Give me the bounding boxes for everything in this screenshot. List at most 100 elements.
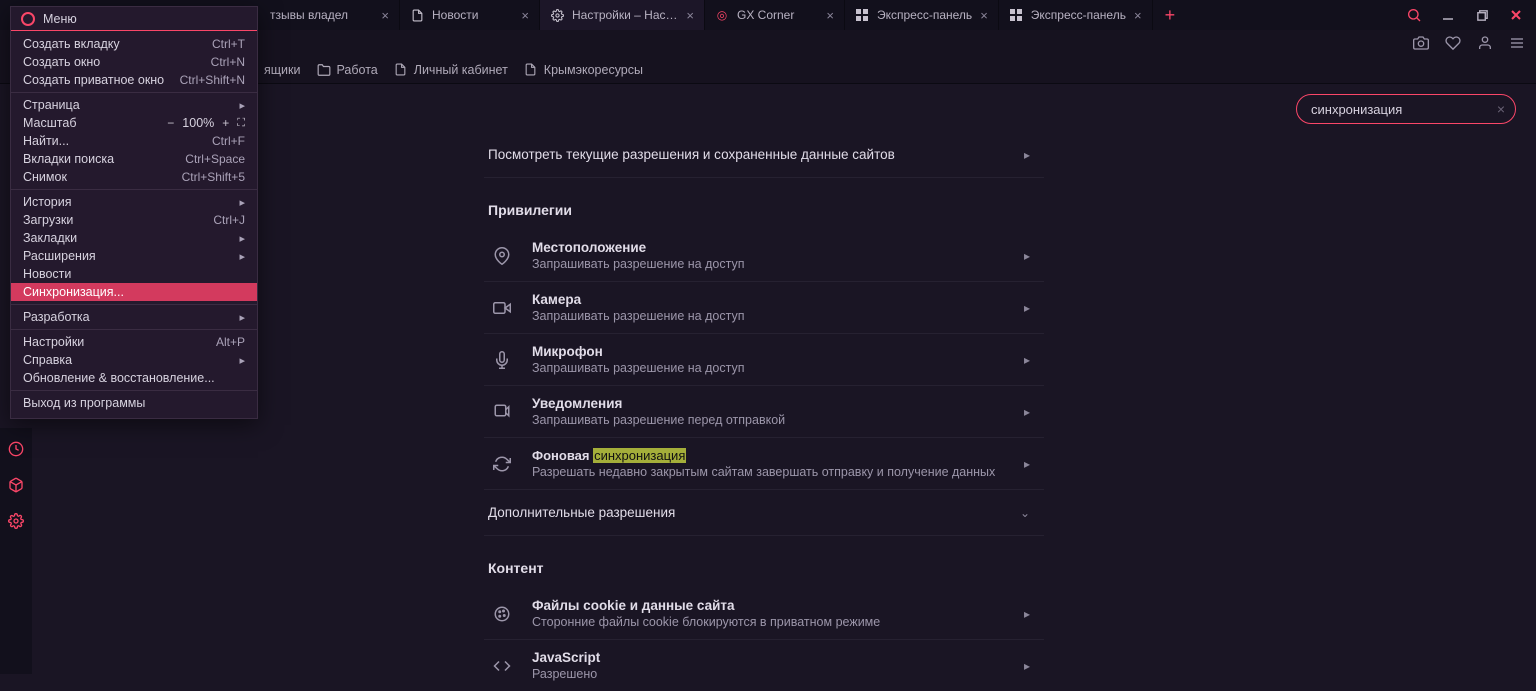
- menu-title: Меню: [43, 12, 77, 26]
- new-tab-button[interactable]: +: [1153, 6, 1188, 24]
- menu-separator: [11, 189, 257, 190]
- opera-menu: Меню Создать вкладкуCtrl+T Создать окноC…: [10, 6, 258, 419]
- menu-separator: [11, 390, 257, 391]
- menu-news[interactable]: Новости: [11, 265, 257, 283]
- submenu-icon: ▸: [239, 311, 245, 324]
- tab-4[interactable]: Экспресс-панель ×: [845, 0, 999, 30]
- search-input[interactable]: [1311, 102, 1497, 117]
- row-title: Уведомления: [532, 396, 1008, 411]
- menu-zoom: Масштаб − 100% + ⛶: [11, 114, 257, 132]
- page-icon: [524, 63, 538, 77]
- page-icon: [394, 63, 408, 77]
- row-title: JavaScript: [532, 650, 1008, 665]
- page-icon: [410, 8, 424, 22]
- bookmark-item[interactable]: ящики: [264, 63, 301, 77]
- menu-new-private[interactable]: Создать приватное окноCtrl+Shift+N: [11, 71, 257, 89]
- submenu-icon: ▸: [239, 196, 245, 209]
- cookie-icon: [488, 605, 516, 623]
- sidebar: [0, 428, 32, 674]
- chevron-right-icon: ▸: [1024, 148, 1030, 162]
- maximize-icon[interactable]: [1472, 5, 1492, 25]
- menu-extensions[interactable]: Расширения▸: [11, 247, 257, 265]
- row-javascript[interactable]: JavaScript Разрешено ▸: [484, 640, 1044, 691]
- code-icon: [488, 657, 516, 675]
- close-icon[interactable]: ×: [1134, 8, 1142, 23]
- menu-separator: [11, 92, 257, 93]
- menu-settings[interactable]: НастройкиAlt+P: [11, 333, 257, 351]
- bookmark-item[interactable]: Крымэкоресурсы: [524, 63, 643, 77]
- bookmark-item[interactable]: Личный кабинет: [394, 63, 508, 77]
- chevron-right-icon: ▸: [1024, 607, 1030, 621]
- snapshot-icon[interactable]: [1412, 34, 1430, 52]
- menu-sync[interactable]: Синхронизация...: [11, 283, 257, 301]
- history-icon[interactable]: [7, 440, 25, 458]
- row-title: Посмотреть текущие разрешения и сохранен…: [488, 147, 1008, 162]
- close-icon[interactable]: ×: [826, 8, 834, 23]
- row-subtitle: Запрашивать разрешение перед отправкой: [532, 413, 1008, 427]
- close-icon[interactable]: ×: [521, 8, 529, 23]
- tab-5[interactable]: Экспресс-панель ×: [999, 0, 1153, 30]
- search-icon[interactable]: [1404, 5, 1424, 25]
- menu-help[interactable]: Справка▸: [11, 351, 257, 369]
- tab-3[interactable]: ◎ GX Corner ×: [705, 0, 845, 30]
- profile-icon[interactable]: [1476, 34, 1494, 52]
- clear-search-icon[interactable]: ×: [1497, 101, 1505, 117]
- close-icon[interactable]: ×: [980, 8, 988, 23]
- row-additional-permissions[interactable]: Дополнительные разрешения ⌄: [484, 490, 1044, 536]
- menu-exit[interactable]: Выход из программы: [11, 394, 257, 412]
- tab-1[interactable]: Новости ×: [400, 0, 540, 30]
- speeddial-icon: [855, 8, 869, 22]
- tab-2[interactable]: Настройки – Настройки с ×: [540, 0, 705, 30]
- row-background-sync[interactable]: Фоновая синхронизация Разрешать недавно …: [484, 438, 1044, 490]
- row-notifications[interactable]: Уведомления Запрашивать разрешение перед…: [484, 386, 1044, 438]
- bookmark-label: Работа: [337, 63, 378, 77]
- menu-separator: [11, 304, 257, 305]
- menu-header: Меню: [11, 7, 257, 31]
- tab-0[interactable]: тзывы владел ×: [260, 0, 400, 30]
- row-subtitle: Сторонние файлы cookie блокируются в при…: [532, 615, 1008, 629]
- menu-bookmarks[interactable]: Закладки▸: [11, 229, 257, 247]
- folder-icon: [317, 63, 331, 77]
- easy-setup-icon[interactable]: [1508, 34, 1526, 52]
- gear-icon: [550, 8, 564, 22]
- minimize-icon[interactable]: [1438, 5, 1458, 25]
- tab-title: Настройки – Настройки с: [572, 8, 678, 22]
- menu-developer[interactable]: Разработка▸: [11, 308, 257, 326]
- row-title: Камера: [532, 292, 1008, 307]
- cube-icon[interactable]: [7, 476, 25, 494]
- row-cookies[interactable]: Файлы cookie и данные сайта Сторонние фа…: [484, 588, 1044, 640]
- notifications-icon: [488, 403, 516, 421]
- fullscreen-icon[interactable]: ⛶: [237, 117, 245, 130]
- menu-search-tabs[interactable]: Вкладки поискаCtrl+Space: [11, 150, 257, 168]
- heart-icon[interactable]: [1444, 34, 1462, 52]
- menu-new-window[interactable]: Создать окноCtrl+N: [11, 53, 257, 71]
- settings-search[interactable]: ×: [1296, 94, 1516, 124]
- row-view-permissions[interactable]: Посмотреть текущие разрешения и сохранен…: [484, 132, 1044, 178]
- menu-update[interactable]: Обновление & восстановление...: [11, 369, 257, 387]
- submenu-icon: ▸: [239, 99, 245, 112]
- menu-find[interactable]: Найти...Ctrl+F: [11, 132, 257, 150]
- zoom-in-button[interactable]: +: [220, 116, 231, 130]
- row-camera[interactable]: Камера Запрашивать разрешение на доступ …: [484, 282, 1044, 334]
- bookmark-folder[interactable]: Работа: [317, 63, 378, 77]
- gx-icon: ◎: [715, 8, 729, 22]
- zoom-out-button[interactable]: −: [165, 116, 176, 130]
- sync-icon: [488, 455, 516, 473]
- close-window-icon[interactable]: [1506, 5, 1526, 25]
- menu-downloads[interactable]: ЗагрузкиCtrl+J: [11, 211, 257, 229]
- row-microphone[interactable]: Микрофон Запрашивать разрешение на досту…: [484, 334, 1044, 386]
- menu-history[interactable]: История▸: [11, 193, 257, 211]
- close-icon[interactable]: ×: [381, 8, 389, 23]
- menu-page[interactable]: Страница▸: [11, 96, 257, 114]
- settings-icon[interactable]: [7, 512, 25, 530]
- row-location[interactable]: Местоположение Запрашивать разрешение на…: [484, 230, 1044, 282]
- row-subtitle: Разрешено: [532, 667, 1008, 681]
- menu-snapshot[interactable]: СнимокCtrl+Shift+5: [11, 168, 257, 186]
- menu-new-tab[interactable]: Создать вкладкуCtrl+T: [11, 35, 257, 53]
- row-title: Местоположение: [532, 240, 1008, 255]
- zoom-value: 100%: [182, 116, 214, 130]
- close-icon[interactable]: ×: [686, 8, 694, 23]
- row-subtitle: Разрешать недавно закрытым сайтам заверш…: [532, 465, 1008, 479]
- submenu-icon: ▸: [239, 232, 245, 245]
- row-title: Фоновая синхронизация: [532, 448, 1008, 463]
